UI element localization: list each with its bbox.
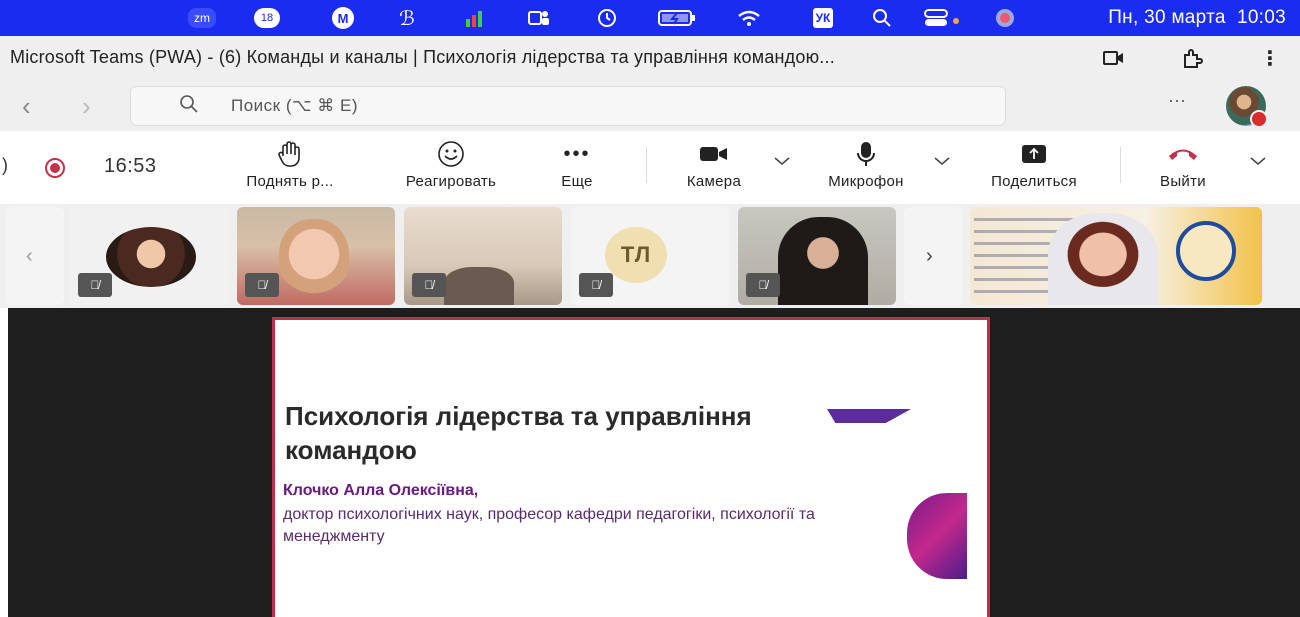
raise-hand-button[interactable]: Поднять р... (236, 139, 344, 190)
ellipsis-icon: ••• (563, 142, 591, 165)
mic-muted-icon: 🎙̸ (579, 273, 613, 297)
smiley-icon (386, 139, 516, 169)
microphone-label: Микрофон (828, 173, 904, 190)
script-icon[interactable]: ℬ (394, 5, 420, 31)
chevron-right-icon: › (926, 245, 933, 267)
hang-up-icon (1146, 139, 1220, 169)
meeting-toolbar: ) 16:53 Поднять р... Реагировать ••• Еще… (0, 131, 1300, 204)
user-avatar[interactable] (1226, 86, 1268, 128)
zoom-icon[interactable]: zm (188, 8, 216, 28)
participant-avatar (106, 227, 196, 287)
presentation-slide: Психологія лідерства та управління коман… (272, 317, 990, 617)
participant-tile[interactable]: 🎙̸ (237, 207, 395, 305)
share-button[interactable]: Поделиться (972, 139, 1096, 190)
toolbar-divider (1120, 147, 1121, 183)
microphone-button[interactable]: Микрофон (810, 139, 922, 190)
participant-video (778, 217, 868, 305)
strip-prev-button[interactable]: ‹ (6, 207, 64, 305)
slide-description: доктор психологічних наук, професор кафе… (283, 506, 815, 545)
decorative-shape (907, 493, 967, 579)
keyboard-layout-icon[interactable]: УК (808, 5, 838, 31)
more-label: Еще (561, 173, 593, 190)
video-camera-icon (672, 139, 756, 169)
forward-arrow-icon[interactable]: › (82, 91, 91, 122)
spotlight-search-icon[interactable] (870, 5, 894, 31)
hand-icon (236, 139, 344, 169)
more-button[interactable]: ••• Еще (548, 139, 606, 191)
mail-icon[interactable]: M (330, 5, 356, 31)
participant-initials: ТЛ (605, 227, 667, 283)
slide-title: Психологія лідерства та управління коман… (285, 401, 752, 465)
battery-icon[interactable] (656, 5, 700, 31)
participant-tile[interactable]: ТЛ 🎙̸ (571, 207, 729, 305)
meeting-timer: 16:53 (104, 155, 157, 177)
leave-label: Выйти (1160, 173, 1206, 190)
raise-hand-label: Поднять р... (246, 173, 334, 190)
participant-strip: ‹ 🎙̸ 🎙̸ 🎙̸ ТЛ 🎙̸ 🎙̸ › (0, 204, 1300, 308)
camera-label: Камера (686, 173, 742, 190)
participant-video (279, 219, 349, 297)
toolbar-divider (646, 147, 647, 183)
control-center-icon[interactable] (922, 5, 966, 31)
camera-button[interactable]: Камера (672, 139, 756, 190)
mic-muted-icon: 🎙̸ (412, 273, 446, 297)
menubar-clock[interactable]: Пн, 30 марта 10:03 (1108, 7, 1286, 29)
participant-tile[interactable]: 🎙̸ (404, 207, 562, 305)
extensions-icon[interactable] (1178, 44, 1206, 72)
time-machine-icon[interactable] (594, 5, 620, 31)
react-label: Реагировать (405, 173, 497, 190)
notification-badge-icon[interactable]: 18 (250, 5, 284, 31)
teams-icon[interactable] (526, 5, 552, 31)
share-screen-icon (972, 139, 1096, 169)
presence-busy-icon (1250, 110, 1268, 128)
mic-muted-icon: 🎙̸ (245, 273, 279, 297)
share-label: Поделиться (991, 173, 1077, 190)
leave-button[interactable]: Выйти (1146, 139, 1220, 190)
camera-status-icon[interactable] (1100, 44, 1128, 72)
slide-author: Клочко Алла Олексіївна, (283, 482, 479, 499)
microphone-icon (810, 139, 922, 169)
institute-logo-icon (1176, 221, 1236, 281)
presenter-video (1048, 213, 1158, 305)
decorative-shape (827, 409, 911, 423)
search-input[interactable]: Поиск (⌥ ⌘ E) (130, 86, 1006, 126)
more-options-icon[interactable]: ··· (1168, 90, 1186, 111)
window-title: Microsoft Teams (PWA) - (6) Команды и ка… (10, 47, 835, 67)
mic-muted-icon: 🎙̸ (78, 273, 112, 297)
search-icon (179, 94, 199, 120)
leave-options-chevron-icon[interactable] (1250, 153, 1266, 171)
presenter-tile[interactable] (970, 207, 1262, 305)
search-placeholder: Поиск (⌥ ⌘ E) (231, 96, 359, 115)
chevron-left-icon: ‹ (26, 245, 33, 267)
menubar-time: 10:03 (1236, 7, 1286, 28)
microphone-options-chevron-icon[interactable] (934, 153, 950, 171)
camera-options-chevron-icon[interactable] (774, 153, 790, 171)
chart-app-icon[interactable] (460, 5, 490, 31)
mic-muted-icon: 🎙̸ (746, 273, 780, 297)
recording-left-edge: ) (2, 155, 8, 175)
stage-edge (0, 308, 8, 617)
shared-content-stage: Психологія лідерства та управління коман… (0, 308, 1300, 617)
recording-icon (45, 158, 65, 178)
participant-tile[interactable]: 🎙̸ (738, 207, 896, 305)
system-menubar: zm 18 M ℬ УК Пн, 30 марта 10:03 (0, 0, 1300, 36)
menubar-date: Пн, 30 марта (1108, 7, 1226, 28)
participant-tile[interactable]: 🎙̸ (70, 207, 228, 305)
wifi-icon[interactable] (734, 5, 764, 31)
window-menu-icon[interactable]: ⋮ (1256, 44, 1284, 72)
siri-icon[interactable] (992, 5, 1018, 31)
back-arrow-icon[interactable]: ‹ (22, 91, 31, 122)
strip-next-button[interactable]: › (904, 207, 962, 305)
teams-navbar: ‹ › Поиск (⌥ ⌘ E) ··· (0, 81, 1300, 131)
window-titlebar: Microsoft Teams (PWA) - (6) Команды и ка… (0, 36, 1300, 81)
react-button[interactable]: Реагировать (386, 139, 516, 190)
participant-video (444, 267, 514, 305)
